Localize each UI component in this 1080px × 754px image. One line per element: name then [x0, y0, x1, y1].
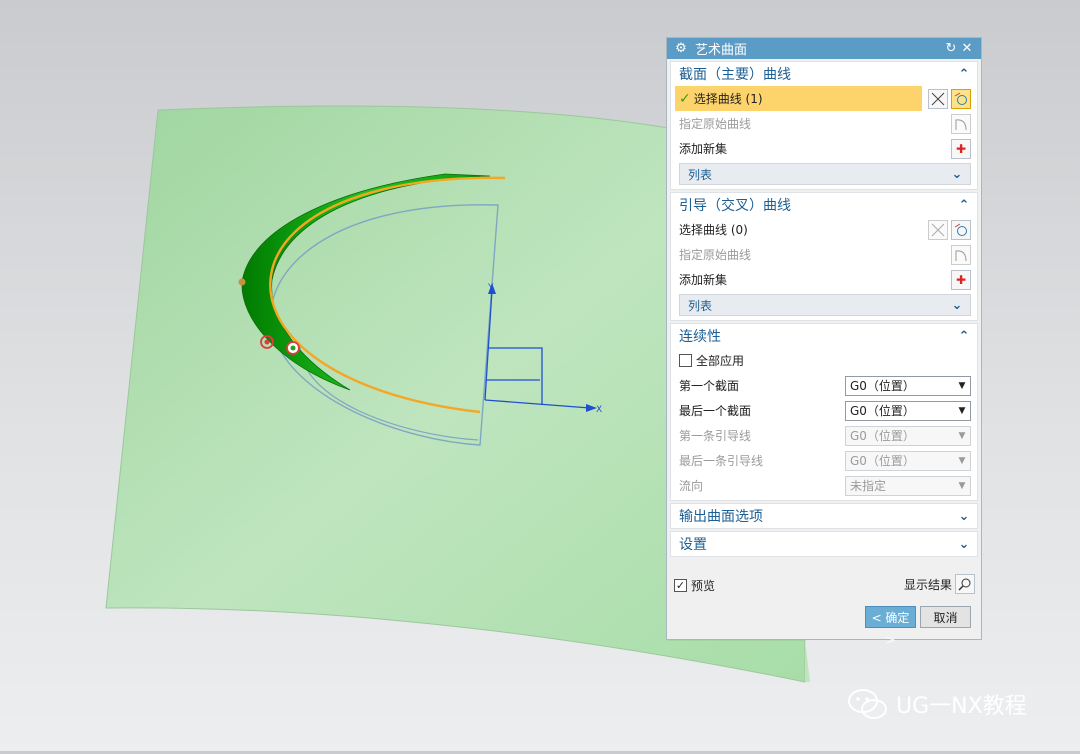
watermark-text: UG一NX教程 — [896, 694, 1027, 719]
flow-direction-select: 未指定 ▼ — [845, 475, 971, 496]
axis-y-label: Y — [487, 283, 494, 293]
last-guide-select: G0（位置） ▼ — [845, 450, 971, 471]
first-section-select[interactable]: G0（位置） ▼ — [845, 375, 971, 396]
continuity-value: G0（位置） — [850, 454, 915, 468]
origin-curve-icon[interactable] — [951, 113, 971, 134]
specify-origin-primary: 指定原始曲线 — [679, 117, 752, 131]
chevron-down-icon[interactable]: ⌄ — [950, 298, 964, 313]
select-curve-primary[interactable]: ✓ 选择曲线 (1) — [675, 86, 922, 111]
section-cross-title: 引导（交叉）曲线 — [679, 198, 791, 214]
specify-origin-cross: 指定原始曲线 — [679, 248, 752, 262]
continuity-label: 最后一条引导线 — [679, 454, 764, 468]
section-settings: 设置 ⌄ — [670, 531, 978, 557]
chevron-down-icon[interactable]: ⌄ — [957, 509, 971, 524]
dialog-title: 艺术曲面 — [695, 43, 748, 58]
dropdown-arrow-icon: ▼ — [958, 430, 966, 441]
magnifier-icon[interactable] — [955, 574, 975, 594]
list-primary-label: 列表 — [688, 167, 713, 182]
chevron-up-icon[interactable]: ⌃ — [957, 329, 971, 344]
axis-x-label: X — [596, 405, 602, 415]
add-set-icon[interactable]: ✚ — [951, 138, 971, 159]
cancel-button[interactable]: 取消 — [920, 606, 971, 628]
continuity-label: 第一个截面 — [679, 379, 740, 393]
curve-handle-green-dot — [290, 345, 296, 351]
select-curve-cross[interactable]: 选择曲线 (0) — [679, 221, 925, 238]
list-cross[interactable]: 列表 ⌄ — [679, 294, 971, 316]
section-continuity-title: 连续性 — [679, 329, 721, 345]
ok-button[interactable]: < 确定 > — [865, 606, 916, 647]
continuity-label: 最后一个截面 — [679, 404, 752, 418]
reset-icon[interactable]: ↻ — [943, 38, 959, 59]
deselect-icon[interactable] — [928, 219, 948, 240]
dropdown-arrow-icon: ▼ — [958, 405, 966, 416]
dialog-footer: ✓ 预览 显示结果 < 确定 > 取消 — [667, 571, 981, 647]
select-curve-primary-label: 选择曲线 (1) — [693, 92, 763, 106]
add-set-icon[interactable]: ✚ — [951, 269, 971, 290]
add-new-set-primary: 添加新集 — [679, 142, 728, 156]
section-primary-header[interactable]: 截面（主要）曲线 ⌃ — [671, 62, 977, 86]
continuity-value: G0（位置） — [850, 429, 915, 443]
list-primary[interactable]: 列表 ⌄ — [679, 163, 971, 185]
continuity-value: G0（位置） — [850, 379, 915, 393]
section-continuity: 连续性 ⌃ 全部应用 第一个截面 G0（位置） ▼ 最后一个截面 G0（位置） ▼ … — [670, 323, 978, 501]
section-primary-curves: 截面（主要）曲线 ⌃ ✓ 选择曲线 (1) 指定原始曲线 添加新集 ✚ 列表 ⌄ — [670, 61, 978, 190]
section-output-title: 输出曲面选项 — [679, 509, 763, 525]
section-cross-curves: 引导（交叉）曲线 ⌃ 选择曲线 (0) 指定原始曲线 添加新集 ✚ 列表 ⌄ — [670, 192, 978, 321]
curve-rule-icon[interactable] — [951, 219, 971, 240]
show-result-label: 显示结果 — [903, 577, 952, 592]
section-continuity-header[interactable]: 连续性 ⌃ — [671, 324, 977, 348]
curve-handle-top[interactable] — [238, 278, 246, 286]
preview-toggle[interactable]: ✓ 预览 — [674, 577, 715, 594]
continuity-value: G0（位置） — [850, 404, 915, 418]
check-icon: ✓ — [679, 90, 691, 107]
last-section-select[interactable]: G0（位置） ▼ — [845, 400, 971, 421]
continuity-label: 第一条引导线 — [679, 429, 752, 443]
continuity-value: 未指定 — [850, 479, 887, 493]
preview-label: 预览 — [691, 579, 716, 593]
apply-all-checkbox[interactable] — [679, 354, 692, 367]
gear-icon[interactable]: ⚙ — [673, 38, 689, 59]
chevron-up-icon[interactable]: ⌃ — [957, 67, 971, 82]
list-cross-label: 列表 — [688, 298, 713, 313]
chevron-down-icon[interactable]: ⌄ — [950, 167, 964, 182]
dialog-titlebar[interactable]: ⚙ 艺术曲面 ↻ ✕ — [667, 38, 981, 59]
chevron-down-icon[interactable]: ⌄ — [957, 537, 971, 552]
section-settings-header[interactable]: 设置 ⌄ — [671, 532, 977, 556]
section-cross-header[interactable]: 引导（交叉）曲线 ⌃ — [671, 193, 977, 217]
section-output-header[interactable]: 输出曲面选项 ⌄ — [671, 504, 977, 528]
chevron-up-icon[interactable]: ⌃ — [957, 198, 971, 213]
wechat-icon — [848, 689, 887, 719]
deselect-icon[interactable] — [928, 88, 948, 109]
dropdown-arrow-icon: ▼ — [958, 480, 966, 491]
dropdown-arrow-icon: ▼ — [958, 455, 966, 466]
add-new-set-cross: 添加新集 — [679, 273, 728, 287]
studio-surface-dialog: ⚙ 艺术曲面 ↻ ✕ 截面（主要）曲线 ⌃ ✓ 选择曲线 (1) 指定原始曲线 — [666, 37, 982, 647]
first-guide-select: G0（位置） ▼ — [845, 425, 971, 446]
section-output-options: 输出曲面选项 ⌄ — [670, 503, 978, 529]
curve-rule-icon[interactable] — [951, 88, 971, 109]
curve-handle-red-dot — [264, 339, 270, 345]
continuity-label: 流向 — [679, 479, 704, 493]
section-settings-title: 设置 — [679, 537, 707, 553]
origin-curve-icon[interactable] — [951, 244, 971, 265]
section-primary-title: 截面（主要）曲线 — [679, 67, 791, 83]
dropdown-arrow-icon: ▼ — [958, 380, 966, 391]
apply-all-label: 全部应用 — [696, 354, 745, 368]
preview-checkbox[interactable]: ✓ — [674, 579, 687, 592]
close-icon[interactable]: ✕ — [959, 38, 975, 59]
watermark: UG一NX教程 — [846, 686, 1027, 722]
